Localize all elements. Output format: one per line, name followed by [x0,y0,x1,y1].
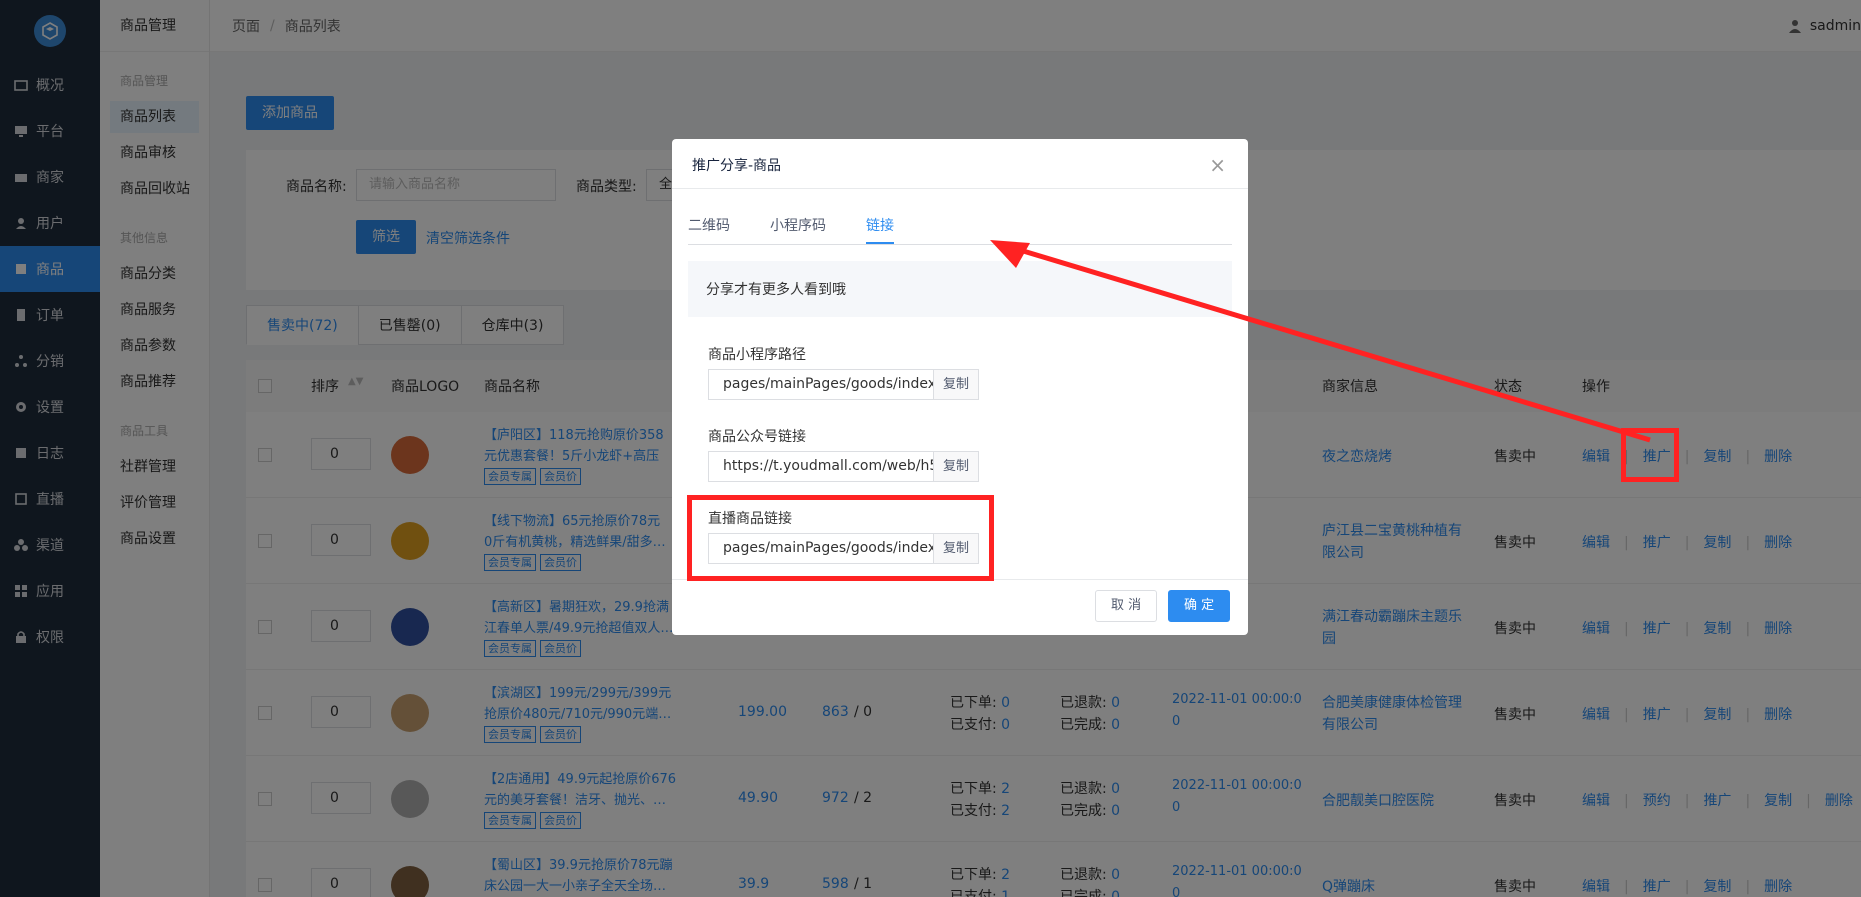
annotation-arrow [990,240,1651,443]
app-root: 概况平台商家用户商品订单分销设置日志直播渠道应用权限 商品管理 商品管理 商品列… [0,0,1861,897]
